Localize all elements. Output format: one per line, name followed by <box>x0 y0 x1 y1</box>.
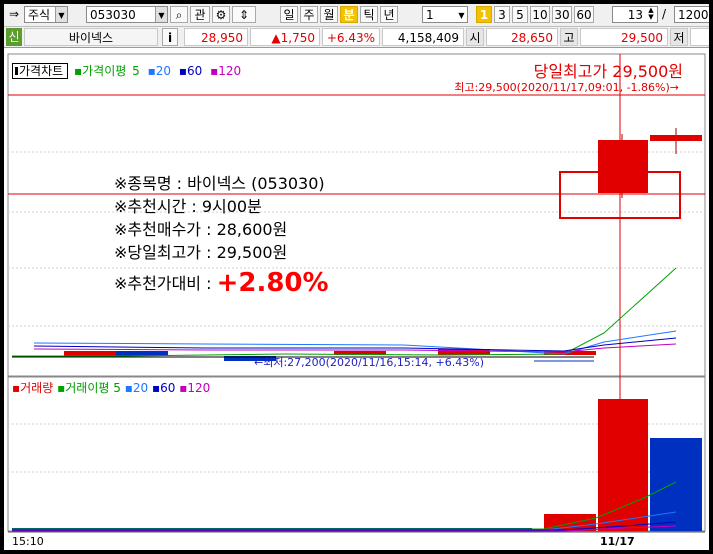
interval-value: 1 <box>426 8 434 22</box>
vma20-period: 20 <box>132 381 149 395</box>
price-change: ▲1,750 <box>250 28 320 46</box>
minute-button-1[interactable]: 1 <box>476 6 492 23</box>
candle <box>598 140 648 193</box>
chart-canvas <box>7 53 706 533</box>
period-button-month[interactable]: 월 <box>320 6 338 23</box>
period-button-week[interactable]: 주 <box>300 6 318 23</box>
price-ma-label: ▪가격이평 5 <box>74 64 140 78</box>
volume-legend: ▪거래량 ▪거래이평 5 ▪20 ▪60 ▪120 <box>12 379 210 396</box>
candle <box>650 135 702 141</box>
stock-code-input[interactable]: 053030 ▼ <box>86 6 168 23</box>
quote-bar: 신 바이넥스 i 28,950 ▲1,750 +6.43% 4,158,409 … <box>4 27 709 48</box>
vma120-period: 120 <box>187 381 211 395</box>
count-value: 13 <box>627 8 643 22</box>
stock-code-value: 053030 <box>90 8 136 22</box>
open-label: 시 <box>466 28 484 46</box>
volume-text: 거래량 <box>20 381 54 395</box>
info-line-time: ※추천시간 : 9시00분 <box>114 197 262 216</box>
period-button-minute[interactable]: 분 <box>340 6 358 23</box>
low-price <box>690 28 709 46</box>
time-label-start: 15:10 <box>12 535 44 548</box>
vma20-label: ▪20 <box>124 381 149 395</box>
volume-bar <box>598 399 648 531</box>
recommendation-info: ※종목명 : 바이넥스 (053030) ※추천시간 : 9시00분 ※추천매수… <box>114 172 329 296</box>
vma120-label: ▪120 <box>179 381 211 395</box>
watch-button[interactable]: 관 <box>190 6 210 23</box>
total-count-input[interactable]: 1200 <box>674 6 709 23</box>
count-stepper[interactable]: 13 ▲ ▼ <box>612 6 658 23</box>
chevron-down-icon: ▼ <box>458 11 465 20</box>
count-separator: / <box>662 7 667 21</box>
period-button-year[interactable]: 년 <box>380 6 398 23</box>
search-icon[interactable]: ⌕ <box>170 6 188 23</box>
minute-button-5[interactable]: 5 <box>512 6 528 23</box>
chevron-down-icon: ▼ <box>155 7 167 22</box>
ma20-label: ▪20 <box>147 64 172 78</box>
current-price: 28,950 <box>184 28 248 46</box>
price-ma-text: 가격이평 <box>82 64 127 78</box>
minute-button-60[interactable]: 60 <box>574 6 594 23</box>
low-price-note: ←최저:27,200(2020/11/16,15:14, +6.43%) <box>254 356 484 369</box>
period-button-day[interactable]: 일 <box>280 6 298 23</box>
price-panel-border <box>7 53 706 377</box>
high-price: 29,500 <box>580 28 668 46</box>
price-chart-label[interactable]: 가격차트 <box>12 63 69 79</box>
minute-button-3[interactable]: 3 <box>494 6 510 23</box>
minute-button-30[interactable]: 30 <box>552 6 572 23</box>
info-button[interactable]: i <box>162 28 178 46</box>
volume-label[interactable]: ▪거래량 <box>12 381 53 395</box>
volume-bar <box>650 438 702 531</box>
vma5-period: 5 <box>113 381 121 395</box>
info-line-name: ※종목명 : 바이넥스 (053030) <box>114 174 325 193</box>
price-chart-text: 가격차트 <box>19 64 64 78</box>
credit-badge: 신 <box>6 28 22 46</box>
stock-name: 바이넥스 <box>24 28 158 46</box>
interval-select[interactable]: 1 ▼ <box>422 6 468 23</box>
time-label-date: 11/17 <box>600 535 635 548</box>
change-percent: +6.43% <box>322 28 380 46</box>
low-label: 저 <box>670 28 688 46</box>
price-legend: 가격차트 ▪가격이평 5 ▪20 ▪60 ▪120 <box>12 62 245 79</box>
ma20-period: 20 <box>155 64 172 78</box>
vma60-label: ▪60 <box>151 381 176 395</box>
link-icon[interactable]: ⇒ <box>6 6 22 23</box>
info-line-high-price: ※당일최고가 : 29,500원 <box>114 243 288 262</box>
minute-button-10[interactable]: 10 <box>530 6 550 23</box>
chart-window: ⇒ 주식 ▼ 053030 ▼ ⌕ 관 ⚙ ⇕ 일 주 월 분 틱 년 1 ▼ 1 3… <box>3 3 710 551</box>
ratio-label: ※추천가대비 : <box>114 274 217 293</box>
spinner-icon[interactable]: ⇕ <box>232 6 256 23</box>
ma60-period: 60 <box>187 64 203 78</box>
trade-volume: 4,158,409 <box>382 28 464 46</box>
chevron-down-icon: ▼ <box>55 7 67 22</box>
period-button-tick[interactable]: 틱 <box>360 6 378 23</box>
ma5-period: 5 <box>132 64 140 78</box>
market-type-value: 주식 <box>28 8 51 22</box>
stepper-arrows-icon: ▲ ▼ <box>648 6 654 21</box>
info-line-buy-price: ※추천매수가 : 28,600원 <box>114 220 288 239</box>
high-label: 고 <box>560 28 578 46</box>
ma60-label: ▪60 <box>178 64 203 78</box>
market-type-select[interactable]: 주식 ▼ <box>24 6 68 23</box>
open-price: 28,650 <box>486 28 558 46</box>
volume-ma-text: 거래이평 <box>65 381 110 395</box>
toolbar: ⇒ 주식 ▼ 053030 ▼ ⌕ 관 ⚙ ⇕ 일 주 월 분 틱 년 1 ▼ 1 3… <box>4 4 709 27</box>
ma120-period: 120 <box>218 64 242 78</box>
ma120-label: ▪120 <box>210 64 242 78</box>
vma60-period: 60 <box>160 381 176 395</box>
volume-ma-label: ▪거래이평 5 <box>57 381 121 395</box>
high-price-note: 최고:29,500(2020/11/17,09:01, -1.86%)→ <box>454 81 679 94</box>
settings-icon[interactable]: ⚙ <box>212 6 230 23</box>
series-marker-icon <box>15 67 18 75</box>
info-line-ratio: ※추천가대비 : +2.80% <box>114 270 329 296</box>
ratio-value: +2.80% <box>216 268 329 298</box>
chart-area[interactable]: 가격차트 ▪가격이평 5 ▪20 ▪60 ▪120 당일최고가 29,500원 … <box>4 48 709 550</box>
